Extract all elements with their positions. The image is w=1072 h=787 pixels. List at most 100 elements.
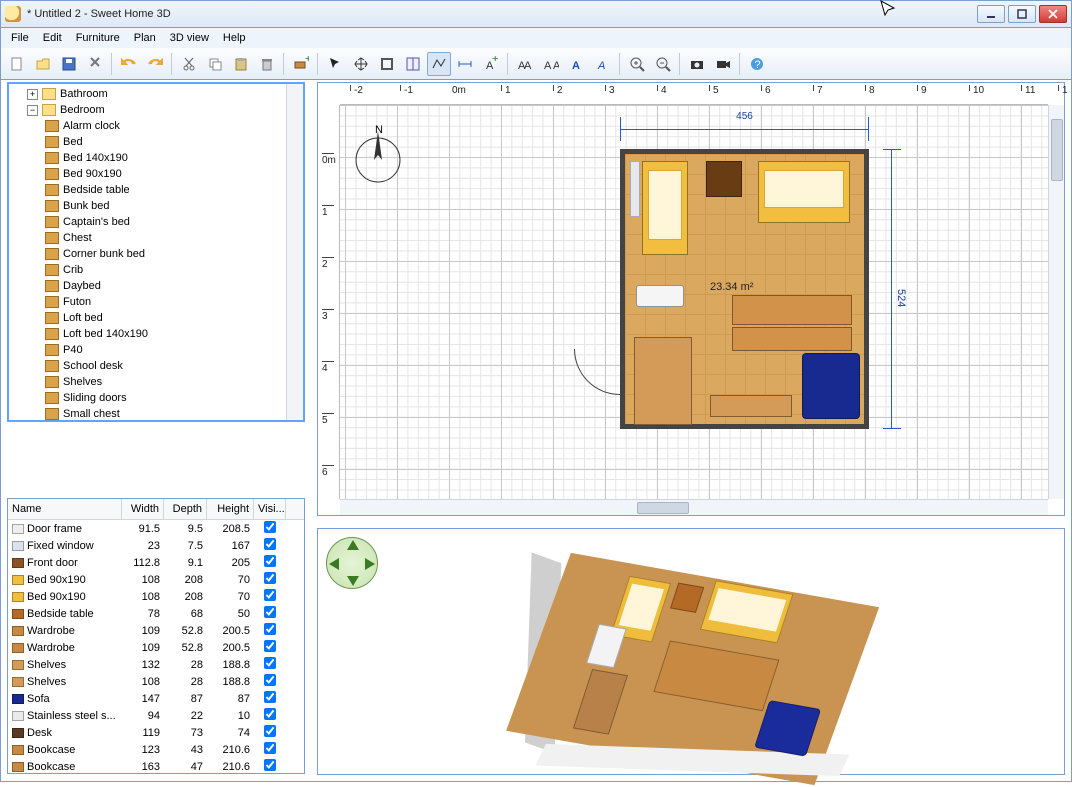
table-row[interactable]: Shelves10828188.8 [8, 673, 304, 690]
close-button[interactable] [1039, 5, 1067, 23]
catalog-panel[interactable]: +Bathroom−BedroomAlarm clockBedBed 140x1… [7, 82, 305, 422]
visibility-checkbox[interactable] [264, 640, 276, 652]
catalog-item[interactable]: Corner bunk bed [11, 246, 299, 262]
tool-text-italic[interactable]: A [591, 52, 615, 76]
plan-shelves-2[interactable] [710, 395, 792, 417]
titlebar[interactable]: * Untitled 2 - Sweet Home 3D [0, 0, 1072, 28]
minimize-button[interactable] [977, 5, 1005, 23]
table-row[interactable]: Door frame91.59.5208.5 [8, 520, 304, 537]
tool-copy[interactable] [203, 52, 227, 76]
table-row[interactable]: Bed 90x19010820870 [8, 588, 304, 605]
visibility-checkbox[interactable] [264, 691, 276, 703]
expand-icon[interactable]: + [27, 89, 38, 100]
tool-help[interactable]: ? [745, 52, 769, 76]
plan-canvas[interactable]: N 456 524 23.34 m² [340, 105, 1048, 499]
table-row[interactable]: Wardrobe10952.8200.5 [8, 639, 304, 656]
catalog-item[interactable]: School desk [11, 358, 299, 374]
col-width[interactable]: Width [122, 499, 164, 519]
table-row[interactable]: Fixed window237.5167 [8, 537, 304, 554]
plan-bed-1[interactable] [642, 161, 688, 255]
catalog-category[interactable]: +Bathroom [11, 86, 299, 102]
catalog-item[interactable]: Bed 140x190 [11, 150, 299, 166]
tool-text-size-inc[interactable]: AA [513, 52, 537, 76]
catalog-item[interactable]: Crib [11, 262, 299, 278]
visibility-checkbox[interactable] [264, 589, 276, 601]
tool-undo[interactable] [117, 52, 141, 76]
table-row[interactable]: Shelves13228188.8 [8, 656, 304, 673]
catalog-item[interactable]: Loft bed 140x190 [11, 326, 299, 342]
menu-furniture[interactable]: Furniture [70, 30, 126, 46]
col-depth[interactable]: Depth [164, 499, 207, 519]
plan-wardrobe-2[interactable] [732, 327, 852, 351]
catalog-item[interactable]: Bedside table [11, 182, 299, 198]
plan-wardrobe-1[interactable] [732, 295, 852, 325]
catalog-item[interactable]: P40 [11, 342, 299, 358]
tool-new[interactable] [5, 52, 29, 76]
visibility-checkbox[interactable] [264, 674, 276, 686]
catalog-item[interactable]: Bunk bed [11, 198, 299, 214]
plan-scrollbar-v[interactable] [1048, 105, 1064, 499]
table-row[interactable]: Bedside table786850 [8, 605, 304, 622]
visibility-checkbox[interactable] [264, 538, 276, 550]
tool-add-furniture[interactable]: + [289, 52, 313, 76]
plan-sink[interactable] [636, 285, 684, 307]
menu-help[interactable]: Help [217, 30, 252, 46]
plan-bedside-table[interactable] [706, 161, 742, 197]
menu-plan[interactable]: Plan [128, 30, 162, 46]
tool-zoom-out[interactable] [651, 52, 675, 76]
tool-cut[interactable] [177, 52, 201, 76]
visibility-checkbox[interactable] [264, 742, 276, 754]
tool-create-photo[interactable] [685, 52, 709, 76]
menu-file[interactable]: File [5, 30, 35, 46]
plan-bed-2[interactable] [758, 161, 850, 223]
visibility-checkbox[interactable] [264, 572, 276, 584]
tool-pan[interactable] [349, 52, 373, 76]
plan-sofa[interactable] [802, 353, 860, 419]
menu-3dview[interactable]: 3D view [164, 30, 215, 46]
catalog-item[interactable]: Bed 90x190 [11, 166, 299, 182]
tool-create-polylines[interactable] [427, 52, 451, 76]
3d-view-panel[interactable] [317, 528, 1065, 775]
3d-scene[interactable] [524, 543, 861, 774]
catalog-item[interactable]: Captain's bed [11, 214, 299, 230]
tool-select[interactable] [323, 52, 347, 76]
catalog-item[interactable]: Shelves [11, 374, 299, 390]
table-row[interactable]: Wardrobe10952.8200.5 [8, 622, 304, 639]
visibility-checkbox[interactable] [264, 708, 276, 720]
plan-door[interactable] [574, 349, 620, 395]
arrow-up-icon[interactable] [347, 540, 359, 550]
catalog-item[interactable]: Futon [11, 294, 299, 310]
catalog-item[interactable]: Sliding doors [11, 390, 299, 406]
tool-create-video[interactable] [711, 52, 735, 76]
tool-paste[interactable] [229, 52, 253, 76]
tool-save[interactable] [57, 52, 81, 76]
tool-redo[interactable] [143, 52, 167, 76]
menu-edit[interactable]: Edit [37, 30, 68, 46]
col-name[interactable]: Name [8, 499, 122, 519]
visibility-checkbox[interactable] [264, 623, 276, 635]
maximize-button[interactable] [1008, 5, 1036, 23]
tool-create-walls[interactable] [375, 52, 399, 76]
plan-panel[interactable]: -2-10m12345678910111 0m123456 N 456 524 … [317, 82, 1065, 516]
tool-create-dimensions[interactable] [453, 52, 477, 76]
table-row[interactable]: Front door112.89.1205 [8, 554, 304, 571]
visibility-checkbox[interactable] [264, 725, 276, 737]
table-row[interactable]: Bookcase16347210.6 [8, 758, 304, 775]
catalog-item[interactable]: Daybed [11, 278, 299, 294]
tool-zoom-in[interactable] [625, 52, 649, 76]
col-height[interactable]: Height [207, 499, 254, 519]
table-row[interactable]: Stainless steel s...942210 [8, 707, 304, 724]
plan-scrollbar-h[interactable] [340, 499, 1048, 515]
tool-open[interactable] [31, 52, 55, 76]
tool-preferences[interactable] [83, 52, 107, 76]
catalog-item[interactable]: Bed [11, 134, 299, 150]
catalog-item[interactable]: Alarm clock [11, 118, 299, 134]
3d-nav-widget[interactable] [326, 537, 378, 589]
catalog-item[interactable]: Small chest [11, 406, 299, 422]
table-row[interactable]: Bed 90x19010820870 [8, 571, 304, 588]
arrow-right-icon[interactable] [365, 558, 375, 570]
visibility-checkbox[interactable] [264, 657, 276, 669]
col-visible[interactable]: Visi... [254, 499, 286, 519]
visibility-checkbox[interactable] [264, 606, 276, 618]
catalog-item[interactable]: Loft bed [11, 310, 299, 326]
